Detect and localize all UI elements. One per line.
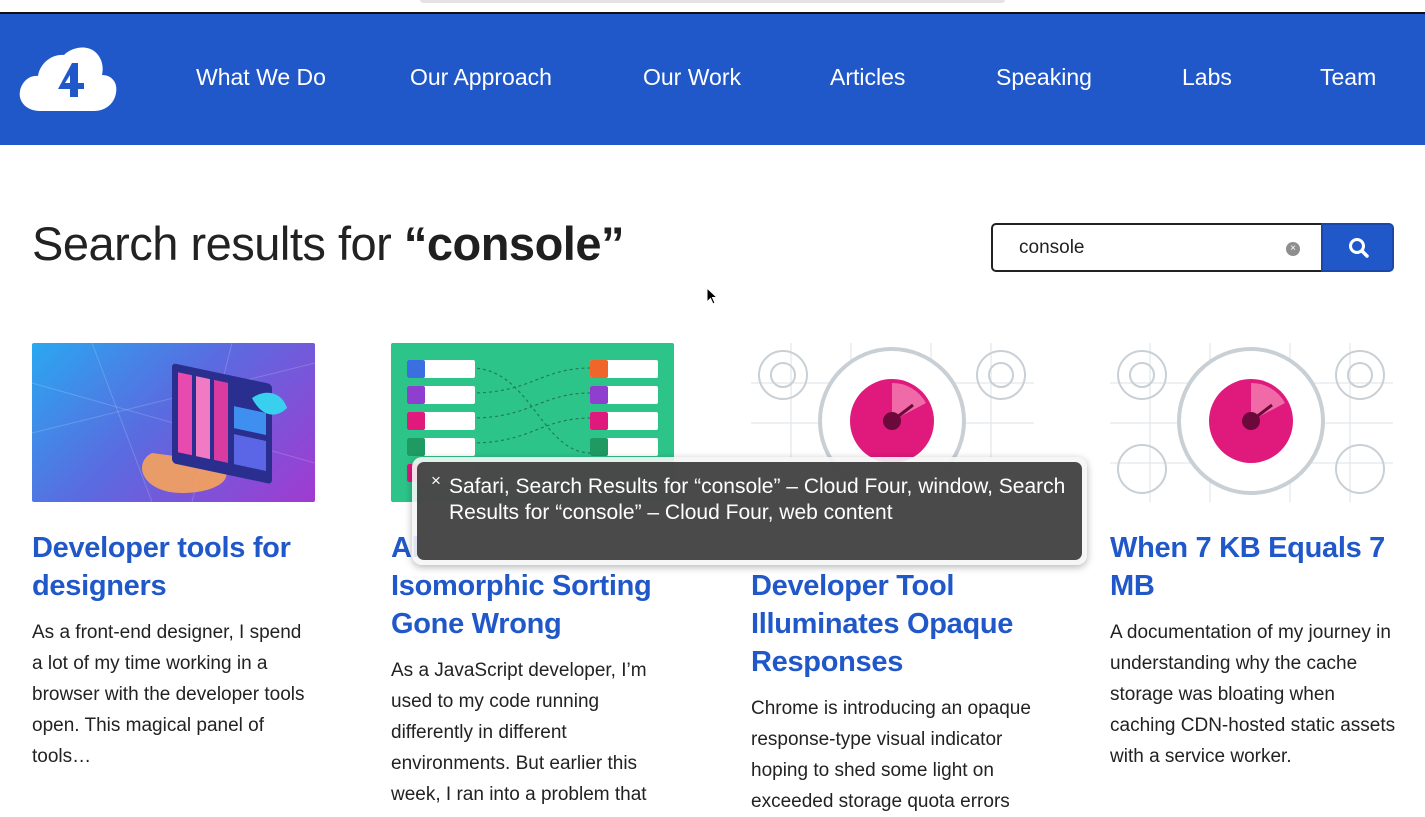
nav-articles[interactable]: Articles: [830, 64, 905, 91]
clear-icon[interactable]: ×: [1286, 242, 1300, 256]
close-icon[interactable]: ×: [431, 472, 441, 489]
card-excerpt: A documentation of my journey in underst…: [1110, 622, 1396, 767]
browser-top-edge: [0, 0, 1425, 14]
search-icon: [1349, 238, 1369, 258]
voiceover-caption-panel: × Safari, Search Results for “console” –…: [412, 457, 1087, 565]
nav-team[interactable]: Team: [1320, 64, 1376, 91]
search-button[interactable]: [1321, 223, 1394, 272]
search-input-value: console: [1019, 237, 1085, 258]
voiceover-caption-inner: × Safari, Search Results for “console” –…: [417, 462, 1082, 560]
page-title: Search results for “console”: [32, 216, 624, 271]
search-form: console ×: [991, 223, 1394, 272]
nav-labs[interactable]: Labs: [1182, 64, 1232, 91]
card-title-link[interactable]: Developer Tool Illuminates Opaque Respon…: [751, 567, 1034, 681]
nav-what-we-do[interactable]: What We Do: [196, 64, 326, 91]
result-card: When 7 KB Equals 7 MB A documentation of…: [1110, 343, 1395, 767]
result-card: Developer tools for designers As a front…: [32, 343, 315, 767]
site-header: What We Do Our Approach Our Work Article…: [0, 14, 1425, 145]
cloud-four-logo-icon[interactable]: [18, 45, 118, 113]
mouse-pointer-icon: [706, 287, 719, 305]
card-excerpt: As a JavaScript developer, I’m used to m…: [391, 660, 647, 805]
nav-our-approach[interactable]: Our Approach: [410, 64, 552, 91]
voiceover-caption-text: Safari, Search Results for “console” – C…: [449, 475, 1066, 524]
devtools-illustration-icon: [32, 343, 315, 502]
page-title-prefix: Search results for: [32, 217, 404, 270]
card-excerpt: Chrome is introducing an opaque response…: [751, 698, 1031, 812]
card-title-link[interactable]: Isomorphic Sorting Gone Wrong: [391, 567, 674, 643]
card-title-link[interactable]: Developer tools for designers: [32, 529, 315, 605]
card-title-link[interactable]: When 7 KB Equals 7 MB: [1110, 529, 1393, 605]
gauge-illustration-icon: [1110, 343, 1393, 502]
nav-speaking[interactable]: Speaking: [996, 64, 1092, 91]
card-thumbnail-cache[interactable]: [1110, 343, 1393, 502]
tab-indicator: [420, 0, 1005, 3]
nav-our-work[interactable]: Our Work: [643, 64, 741, 91]
search-input[interactable]: console ×: [991, 223, 1321, 272]
card-excerpt: As a front-end designer, I spend a lot o…: [32, 622, 305, 767]
card-thumbnail-devtools[interactable]: [32, 343, 315, 502]
page-title-query: “console”: [403, 217, 625, 270]
